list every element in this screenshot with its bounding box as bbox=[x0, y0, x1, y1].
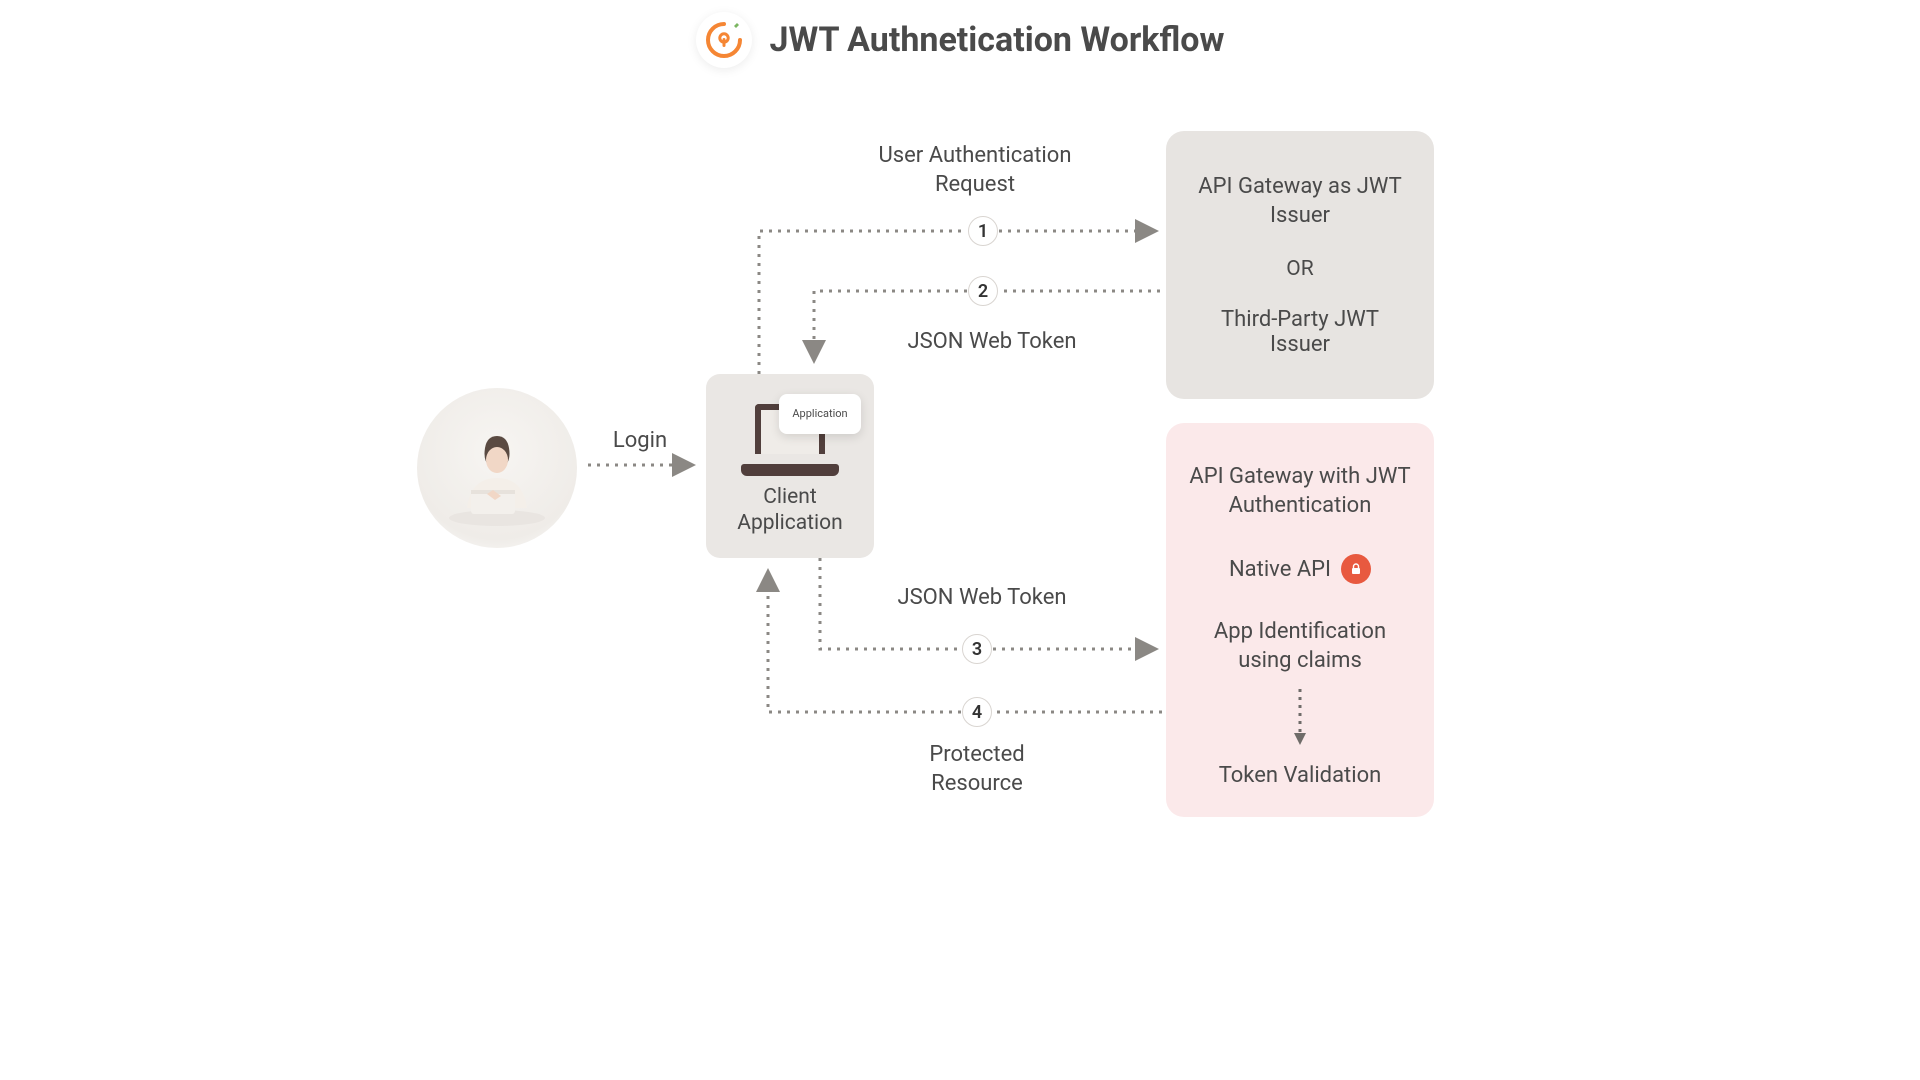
step-badge-1: 1 bbox=[968, 216, 998, 246]
auth-title-label: API Gateway with JWT Authentication bbox=[1188, 463, 1412, 520]
application-card: Application bbox=[779, 394, 861, 434]
title-row: JWT Authnetication Workflow bbox=[192, 12, 1728, 68]
native-api-row: Native API bbox=[1229, 554, 1371, 584]
step1-label: User Authentication Request bbox=[856, 142, 1094, 199]
step3-label: JSON Web Token bbox=[880, 584, 1084, 613]
user-avatar bbox=[417, 388, 577, 548]
page-title: JWT Authnetication Workflow bbox=[770, 20, 1225, 60]
auth-claims-label: App Identification using claims bbox=[1188, 618, 1412, 675]
brand-logo-icon bbox=[696, 12, 752, 68]
client-application-label: Client Application bbox=[737, 484, 842, 537]
native-api-label: Native API bbox=[1229, 557, 1331, 582]
lock-icon bbox=[1341, 554, 1371, 584]
step4-label: Protected Resource bbox=[882, 741, 1072, 798]
step-badge-3: 3 bbox=[962, 634, 992, 664]
step-badge-2: 2 bbox=[968, 276, 998, 306]
issuer-thirdparty-label: Third-Party JWT Issuer bbox=[1190, 307, 1410, 357]
diagram-canvas: JWT Authnetication Workflow Login Applic… bbox=[192, 0, 1728, 817]
down-arrow-icon bbox=[1294, 689, 1306, 749]
issuer-or-label: OR bbox=[1286, 257, 1313, 281]
issuer-gateway-label: API Gateway as JWT Issuer bbox=[1190, 173, 1410, 230]
jwt-issuer-node: API Gateway as JWT Issuer OR Third-Party… bbox=[1166, 131, 1434, 399]
step2-label: JSON Web Token bbox=[890, 328, 1094, 357]
step-badge-4: 4 bbox=[962, 697, 992, 727]
jwt-auth-gateway-node: API Gateway with JWT Authentication Nati… bbox=[1166, 423, 1434, 817]
laptop-icon: Application bbox=[735, 396, 845, 476]
login-label: Login bbox=[590, 427, 690, 456]
client-application-node: Application Client Application bbox=[706, 374, 874, 558]
connectors-layer bbox=[192, 0, 1728, 817]
token-validation-label: Token Validation bbox=[1219, 763, 1382, 788]
